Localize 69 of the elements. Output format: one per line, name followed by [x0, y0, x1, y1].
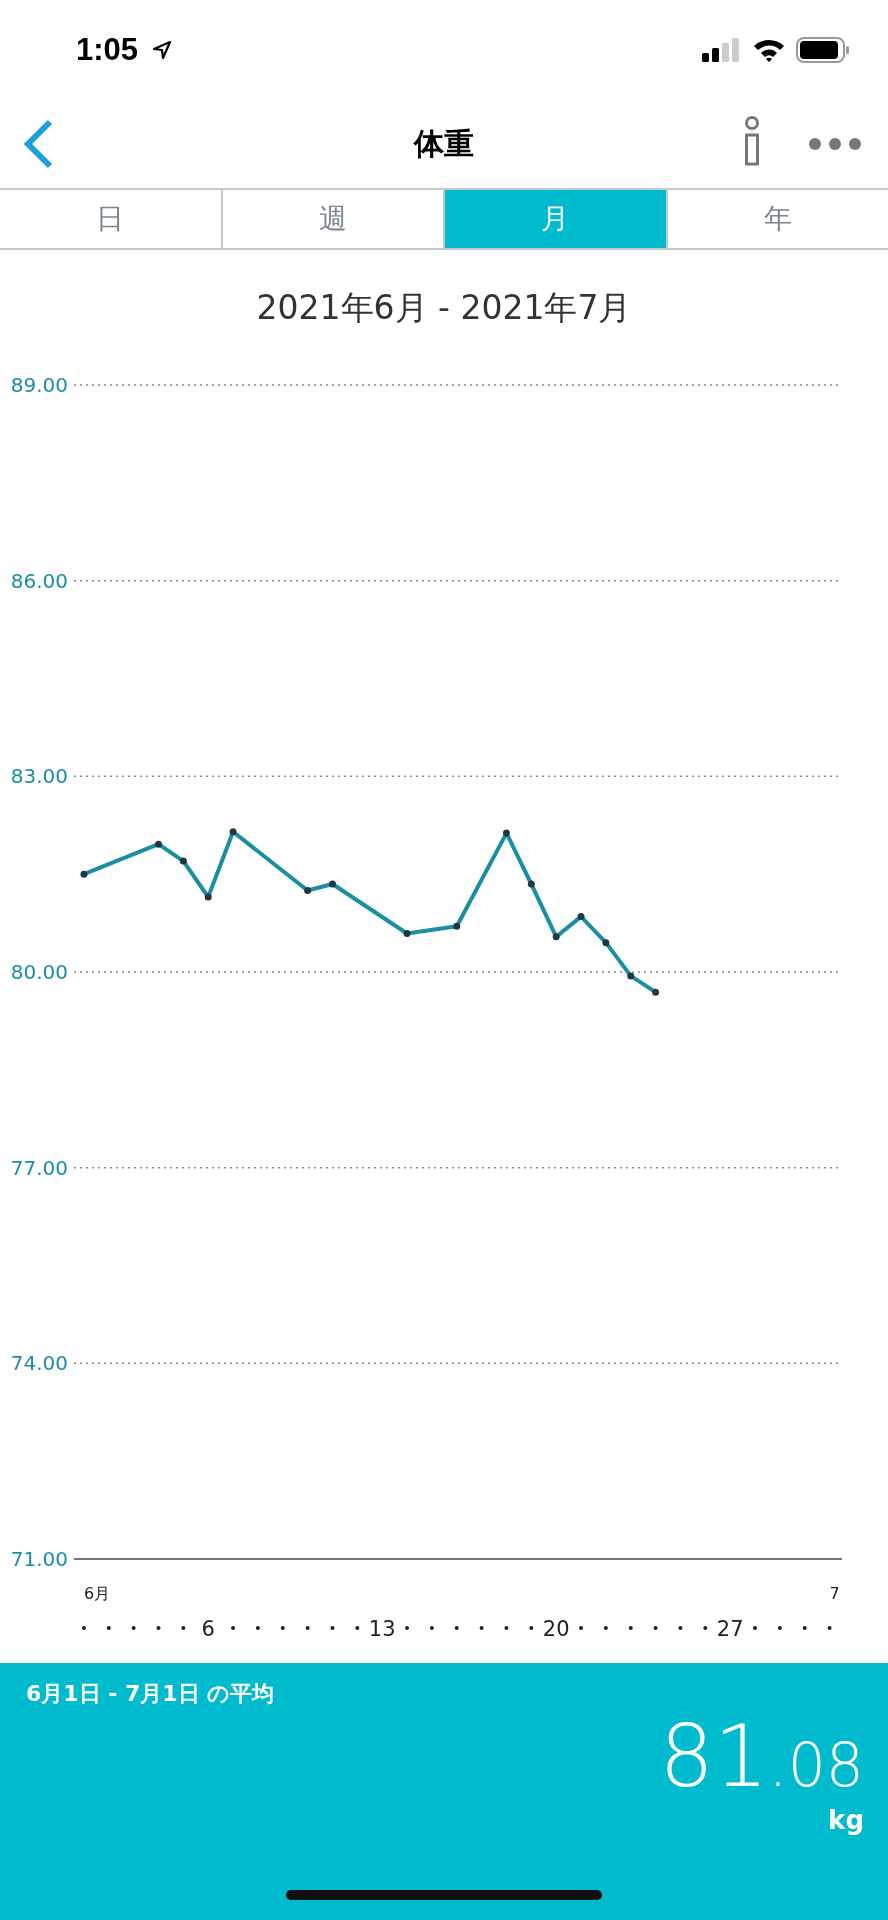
data-point	[577, 913, 585, 921]
data-point	[453, 922, 461, 930]
day-tick-dot	[454, 1626, 459, 1630]
y-axis-label: 77.00	[10, 1155, 68, 1180]
date-range: 2021年6月 - 2021年7月	[255, 287, 633, 329]
data-point	[179, 857, 187, 865]
x-axis-label: 6	[201, 1617, 215, 1641]
day-tick-dot	[579, 1626, 584, 1630]
day-tick-dot	[181, 1626, 186, 1630]
day-tick-dot	[753, 1626, 757, 1630]
day-tick-dot	[479, 1626, 484, 1630]
day-tick-dot	[777, 1626, 782, 1630]
x-axis-label: 20	[542, 1617, 570, 1641]
data-point	[229, 828, 237, 836]
data-point	[652, 988, 660, 996]
day-tick-dot	[355, 1626, 360, 1630]
data-point	[304, 886, 312, 894]
day-tick-dot	[529, 1626, 534, 1630]
screen-title: 体重	[414, 124, 474, 163]
average-value: 81	[659, 1713, 769, 1799]
day-tick-dot	[81, 1626, 86, 1630]
data-point	[155, 840, 162, 848]
y-axis-label: 89.00	[10, 373, 68, 397]
data-point	[602, 939, 610, 947]
location-arrow-icon	[152, 40, 173, 60]
day-tick-dot	[504, 1626, 509, 1630]
data-point	[204, 893, 212, 901]
day-tick-dot	[255, 1626, 260, 1630]
average-decimal: .08	[768, 1735, 864, 1795]
average-label: 6月1日 - 7月1日 の平均	[26, 1680, 275, 1708]
day-tick-dot	[330, 1626, 335, 1630]
day-tick-dot	[802, 1626, 807, 1630]
data-point	[527, 880, 535, 888]
day-tick-dot	[131, 1626, 136, 1630]
y-axis-label: 83.00	[10, 764, 68, 789]
data-point	[627, 972, 635, 980]
period-tab[interactable]: 月	[443, 190, 666, 248]
day-tick-dot	[305, 1626, 310, 1630]
day-tick-dot	[603, 1626, 608, 1630]
data-point	[329, 880, 336, 888]
x-axis-label: 27	[716, 1617, 744, 1641]
y-axis-label: 74.00	[10, 1351, 68, 1376]
day-tick-dot	[429, 1626, 434, 1630]
day-tick-dot	[106, 1626, 111, 1630]
day-tick-dot	[678, 1626, 683, 1630]
y-axis-label: 71.00	[10, 1547, 68, 1571]
data-point	[502, 829, 510, 837]
month-label: 6月	[83, 1584, 111, 1603]
day-tick-dot	[156, 1626, 161, 1630]
day-tick-dot	[653, 1626, 658, 1630]
data-point	[552, 933, 560, 941]
signal-icon	[702, 38, 742, 62]
day-tick-dot	[280, 1626, 285, 1630]
battery-icon	[796, 37, 850, 63]
day-tick-dot	[405, 1626, 410, 1630]
y-axis-label: 80.00	[10, 960, 68, 984]
x-axis-label: 13	[368, 1617, 396, 1641]
more-icon[interactable]	[808, 137, 862, 151]
unit-label: kg	[828, 1805, 864, 1835]
clock-time: 1:05	[76, 32, 139, 68]
y-axis-label: 86.00	[10, 568, 68, 593]
month-label: 7	[829, 1584, 840, 1603]
data-point	[80, 870, 88, 878]
day-tick-dot	[628, 1626, 633, 1630]
day-tick-dot	[703, 1626, 708, 1630]
day-tick-dot	[827, 1626, 832, 1630]
wifi-icon	[752, 38, 786, 62]
day-tick-dot	[231, 1626, 236, 1630]
data-point	[403, 930, 411, 937]
